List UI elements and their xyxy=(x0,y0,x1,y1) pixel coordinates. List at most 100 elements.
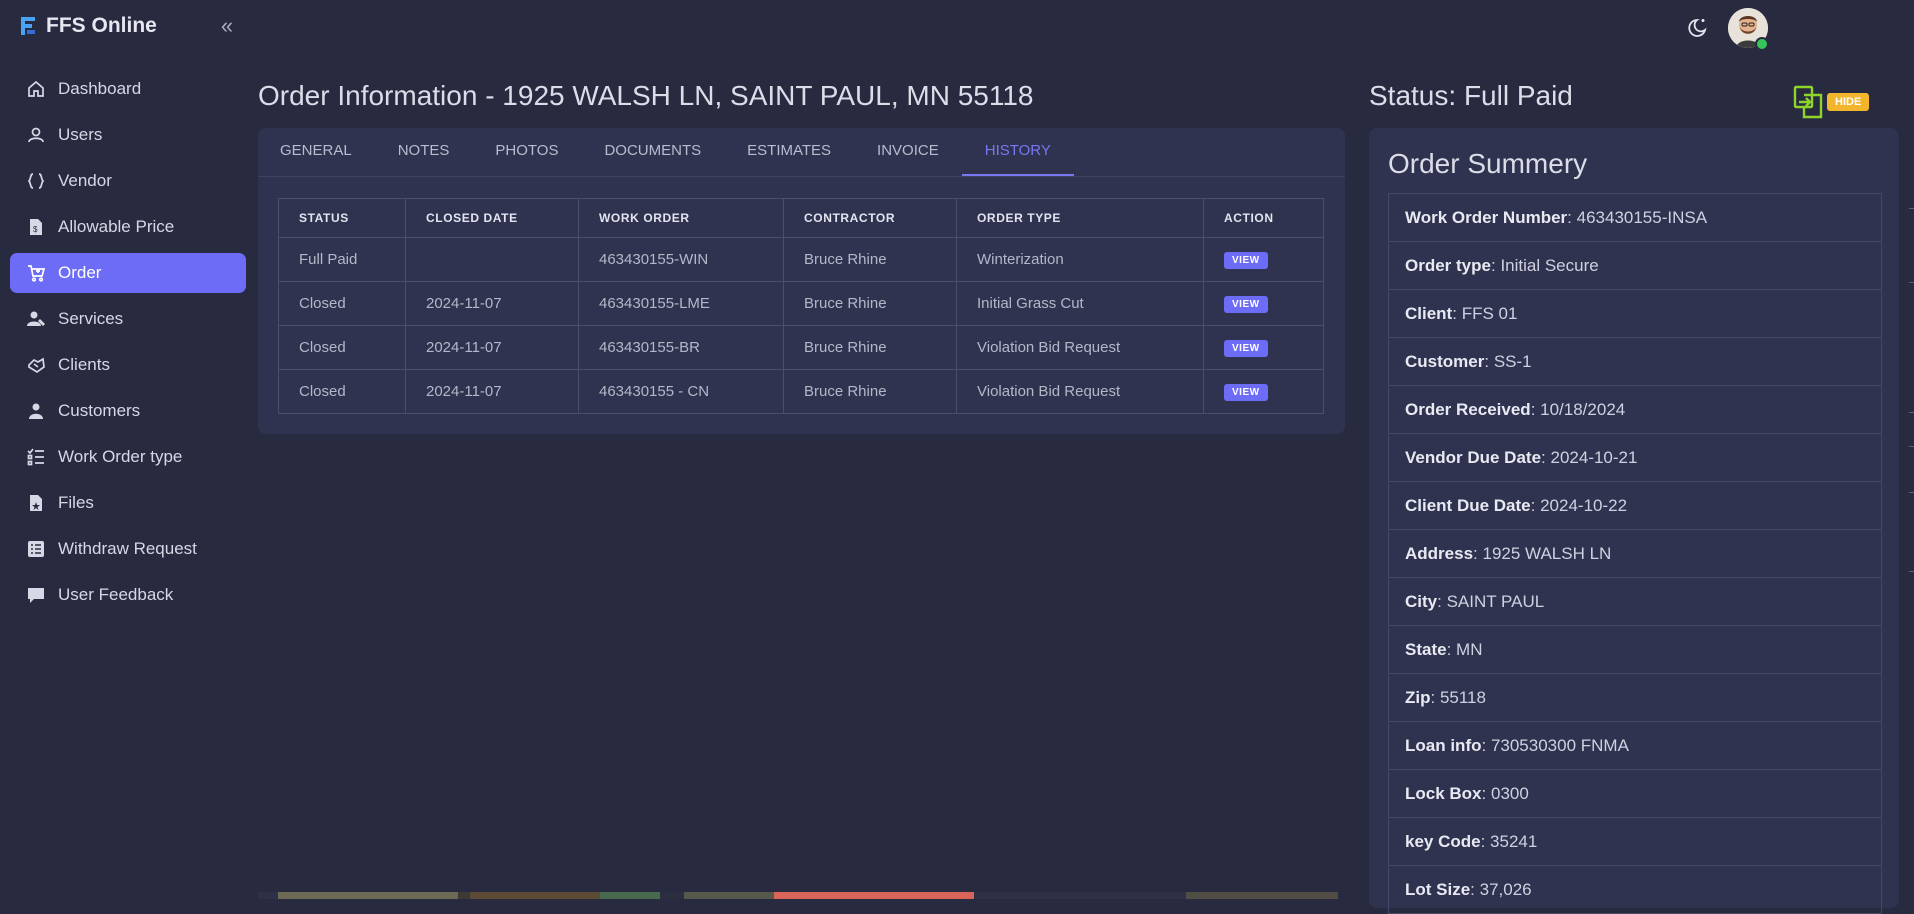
summary-label: State xyxy=(1405,639,1447,659)
work-order-cell: 463430155 - CN xyxy=(578,369,784,414)
view-button[interactable]: VIEW xyxy=(1224,296,1268,313)
summary-value: 463430155-INSA xyxy=(1576,207,1708,227)
summary-label: Order Received xyxy=(1405,399,1531,419)
photo-thumbnail[interactable] xyxy=(258,892,278,899)
photo-thumbnail[interactable] xyxy=(458,892,470,899)
summary-label: Client Due Date xyxy=(1405,495,1531,515)
tab-notes[interactable]: NOTES xyxy=(375,128,473,176)
contractor-cell: Bruce Rhine xyxy=(783,237,957,282)
column-header: STATUS xyxy=(278,198,406,238)
summary-value: 2024-10-22 xyxy=(1540,495,1628,515)
column-header: ACTION xyxy=(1203,198,1324,238)
sidebar-item-label: Customers xyxy=(58,401,141,420)
summary-value: 730530300 FNMA xyxy=(1490,735,1629,755)
status-cell: Closed xyxy=(278,281,406,326)
summary-label: Address xyxy=(1405,543,1474,563)
sidebar-item-withdraw-request[interactable]: Withdraw Request xyxy=(10,529,246,569)
order-type-cell: Initial Grass Cut xyxy=(956,281,1204,326)
summary-value: MN xyxy=(1456,639,1483,659)
summary-label: Work Order Number xyxy=(1405,207,1568,227)
svg-text:$: $ xyxy=(33,225,38,234)
tab-history[interactable]: HISTORY xyxy=(961,128,1074,176)
request-icon xyxy=(26,539,46,559)
sidebar-item-files[interactable]: Files xyxy=(10,483,246,523)
contractor-cell: Bruce Rhine xyxy=(783,369,957,414)
summary-label: Loan info xyxy=(1405,735,1482,755)
summary-row-client: Client: FFS 01 xyxy=(1389,290,1881,338)
summary-value: 37,026 xyxy=(1479,879,1532,899)
summary-value: 10/18/2024 xyxy=(1540,399,1626,419)
summary-row-order-type: Order type: Initial Secure xyxy=(1389,242,1881,290)
photo-thumbnail[interactable] xyxy=(278,892,458,899)
column-header: WORK ORDER xyxy=(578,198,784,238)
clients-icon xyxy=(26,355,46,375)
edge-divider xyxy=(1909,208,1914,209)
sidebar-item-order[interactable]: Order xyxy=(10,253,246,293)
view-button[interactable]: VIEW xyxy=(1224,384,1268,401)
sidebar-item-allowable-price[interactable]: $ Allowable Price xyxy=(10,207,246,247)
summary-row-customer: Customer: SS-1 xyxy=(1389,338,1881,386)
collapse-sidebar-icon[interactable]: « xyxy=(215,14,239,38)
contractor-cell: Bruce Rhine xyxy=(783,281,957,326)
tab-photos[interactable]: PHOTOS xyxy=(472,128,581,176)
sidebar-item-label: Dashboard xyxy=(58,79,142,98)
summary-value: FFS 01 xyxy=(1461,303,1518,323)
photo-thumbnail[interactable] xyxy=(774,892,974,899)
online-status-indicator xyxy=(1755,37,1769,51)
summary-label: Zip xyxy=(1405,687,1431,707)
table-row: Full Paid 463430155-WIN Bruce Rhine Wint… xyxy=(278,237,1324,282)
tab-general[interactable]: GENERAL xyxy=(280,128,375,176)
tab-invoice[interactable]: INVOICE xyxy=(854,128,962,176)
summary-value: 55118 xyxy=(1439,687,1486,707)
sidebar-item-dashboard[interactable]: Dashboard xyxy=(10,69,246,109)
summary-label: Customer xyxy=(1405,351,1485,371)
tab-bar: GENERAL NOTES PHOTOS DOCUMENTS ESTIMATES… xyxy=(258,128,1345,177)
closed-date-cell: 2024-11-07 xyxy=(405,325,579,370)
table-row: Closed 2024-11-07 463430155 - CN Bruce R… xyxy=(278,369,1324,414)
hide-summary-button[interactable]: HIDE xyxy=(1827,93,1870,111)
tab-estimates[interactable]: ESTIMATES xyxy=(724,128,854,176)
sidebar-item-clients[interactable]: Clients xyxy=(10,345,246,385)
photo-thumbnail[interactable] xyxy=(470,892,600,899)
sidebar-item-work-order-type[interactable]: Work Order type xyxy=(10,437,246,477)
order-tabs-card: GENERAL NOTES PHOTOS DOCUMENTS ESTIMATES… xyxy=(258,128,1345,434)
sidebar-item-user-feedback[interactable]: User Feedback xyxy=(10,575,246,615)
summary-row-loan-info: Loan info: 730530300 FNMA xyxy=(1389,722,1881,770)
dark-mode-toggle-icon[interactable] xyxy=(1688,16,1710,38)
brand[interactable]: FFS Online xyxy=(18,14,157,38)
sidebar-nav: Dashboard Users Vendor $ Allowable Price… xyxy=(10,69,246,621)
feedback-icon xyxy=(26,585,46,605)
braces-icon xyxy=(26,171,46,191)
photo-thumbnail[interactable] xyxy=(660,892,684,899)
swap-panel-icon[interactable] xyxy=(1793,85,1823,119)
price-file-icon: $ xyxy=(26,217,46,237)
summary-row-zip: Zip: 55118 xyxy=(1389,674,1881,722)
sidebar-item-users[interactable]: Users xyxy=(10,115,246,155)
sidebar-item-label: Clients xyxy=(58,355,110,374)
summary-label: Lot Size xyxy=(1405,879,1471,899)
photo-thumbnail[interactable] xyxy=(600,892,660,899)
sidebar-item-label: User Feedback xyxy=(58,585,174,604)
tab-documents[interactable]: DOCUMENTS xyxy=(581,128,724,176)
photo-thumbnail[interactable] xyxy=(974,892,1186,899)
sidebar-item-services[interactable]: Services xyxy=(10,299,246,339)
view-button[interactable]: VIEW xyxy=(1224,340,1268,357)
sidebar-item-label: Order xyxy=(58,263,102,282)
sidebar-item-vendor[interactable]: Vendor xyxy=(10,161,246,201)
sidebar-item-label: Services xyxy=(58,309,124,328)
photo-thumbnail[interactable] xyxy=(684,892,774,899)
view-button[interactable]: VIEW xyxy=(1224,252,1268,269)
summary-row-key-code: key Code: 35241 xyxy=(1389,818,1881,866)
summary-value: SAINT PAUL xyxy=(1446,591,1545,611)
sidebar-item-customers[interactable]: Customers xyxy=(10,391,246,431)
action-cell: VIEW xyxy=(1203,369,1324,414)
edge-divider xyxy=(1909,282,1914,283)
list-icon xyxy=(26,447,46,467)
summary-row-state: State: MN xyxy=(1389,626,1881,674)
column-header: CONTRACTOR xyxy=(783,198,957,238)
cart-icon xyxy=(26,263,46,283)
photo-thumbnail[interactable] xyxy=(1186,892,1338,899)
sidebar-item-label: Work Order type xyxy=(58,447,183,466)
edge-divider xyxy=(1909,446,1914,447)
summary-row-work-order-number: Work Order Number: 463430155-INSA xyxy=(1389,194,1881,242)
